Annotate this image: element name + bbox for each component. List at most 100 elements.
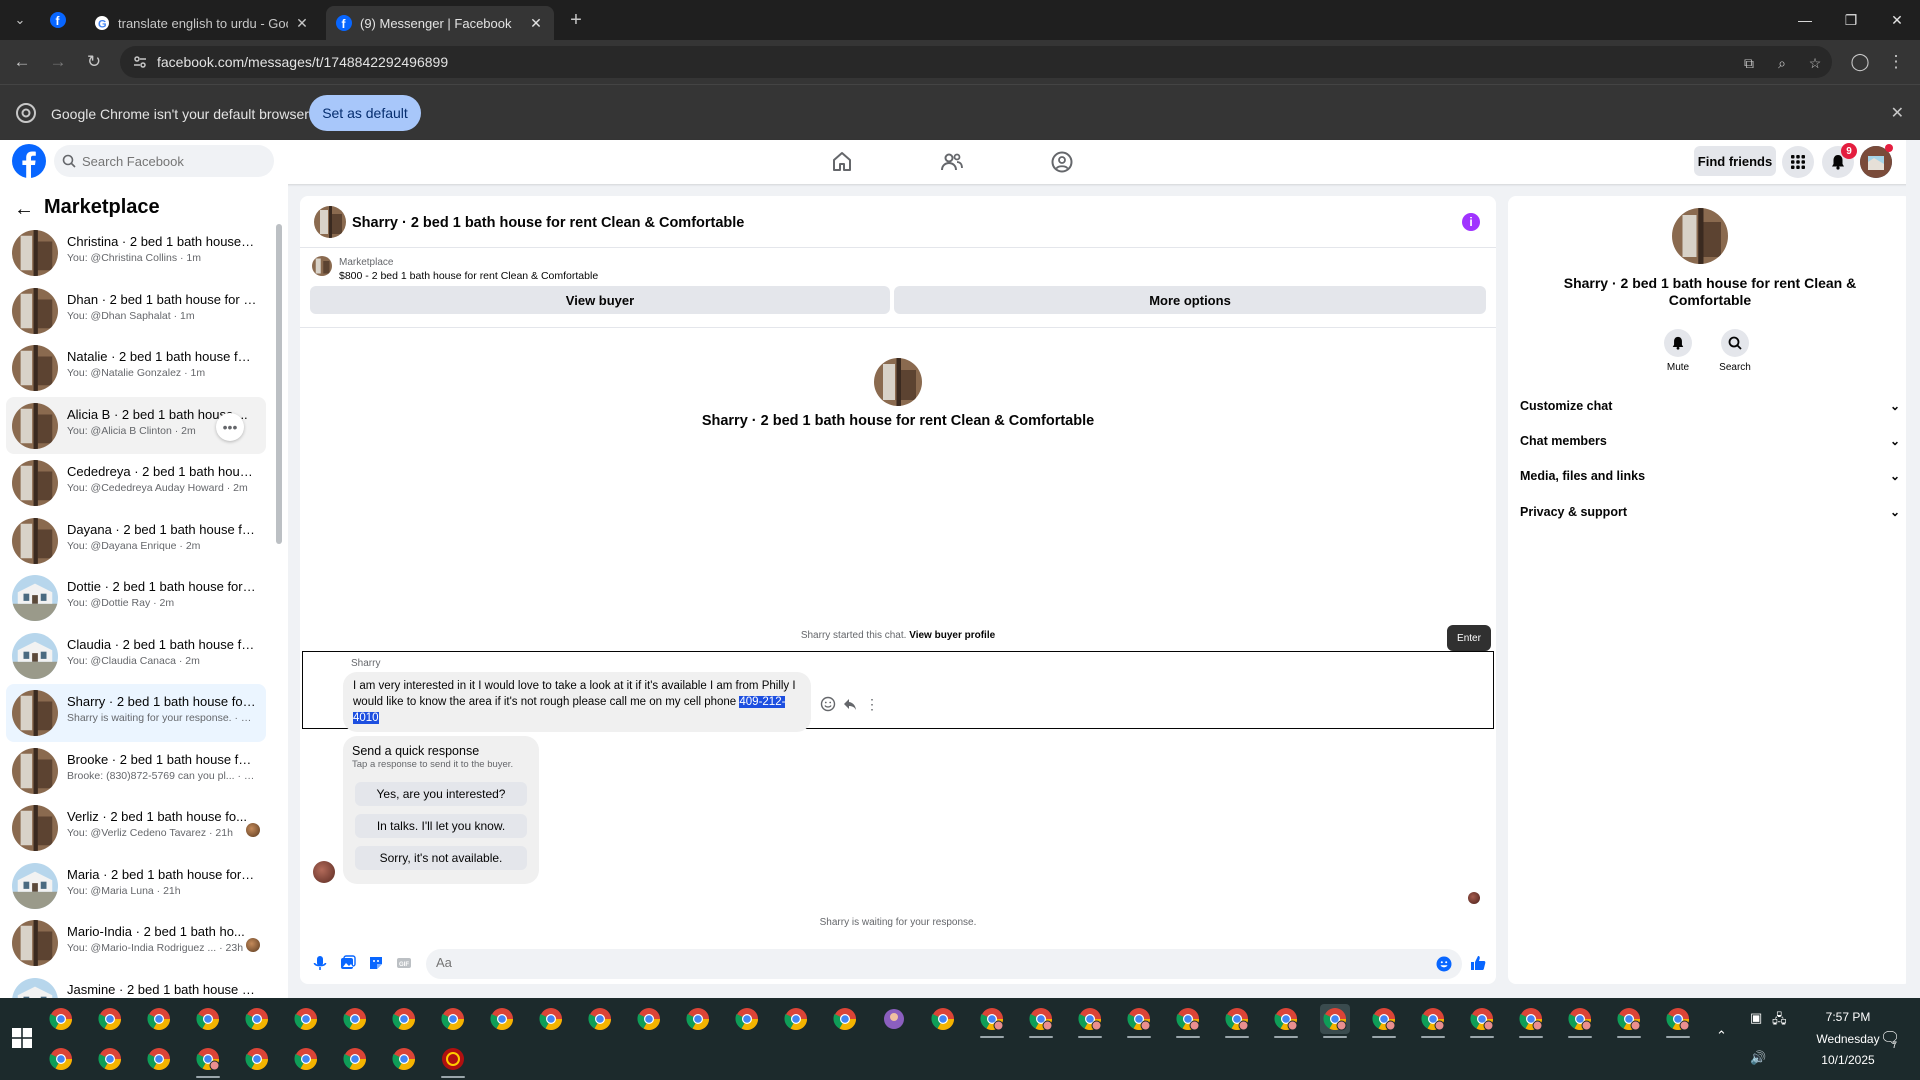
taskbar-app-button[interactable] [1271,1004,1301,1038]
taskbar-app-button[interactable] [1369,1004,1399,1038]
section-customize-chat[interactable]: Customize chat ⌄ [1520,392,1900,420]
taskbar-app-button[interactable] [389,1004,419,1034]
chat-avatar[interactable] [314,206,346,238]
taskbar-app-button[interactable] [536,1004,566,1034]
taskbar-app-button[interactable] [1614,1004,1644,1038]
show-hidden-icons-chevron[interactable]: ⌃ [1716,1028,1727,1044]
taskbar-app-button[interactable] [1467,1004,1497,1038]
facebook-pinned-tab-icon[interactable]: f [50,12,66,28]
facebook-search-box[interactable] [54,145,274,177]
gif-icon[interactable]: GIF [395,954,413,972]
taskbar-app-button[interactable] [95,1004,125,1034]
taskbar-app-button[interactable] [46,1044,76,1074]
bookmark-star-icon[interactable]: ☆ [1806,54,1824,72]
reply-icon[interactable] [842,696,858,712]
chrome-menu-icon[interactable]: ⋮ [1884,50,1908,74]
message-input-field[interactable] [426,949,1462,979]
restore-icon[interactable]: ❐ [1828,0,1874,40]
friends-icon[interactable] [940,150,964,174]
taskbar-app-button[interactable] [879,1004,909,1034]
taskbar-app-button[interactable] [144,1004,174,1034]
profile-icon[interactable]: ◯ [1848,50,1872,74]
conversation-item[interactable]: Maria · 2 bed 1 bath house for r... You: … [6,857,266,915]
set-as-default-button[interactable]: Set as default [309,95,421,131]
view-buyer-profile-link[interactable]: View buyer profile [909,630,995,641]
emoji-icon[interactable] [1436,956,1452,972]
taskbar-app-button[interactable] [1173,1004,1203,1038]
conversation-item[interactable]: Dayana · 2 bed 1 bath house for... You: @… [6,512,266,570]
windows-start-icon[interactable] [12,1028,32,1048]
sender-avatar[interactable] [313,861,335,883]
taskbar-app-button[interactable] [1663,1004,1693,1038]
back-arrow-icon[interactable]: ← [10,50,34,74]
section-privacy-support[interactable]: Privacy & support ⌄ [1520,498,1900,526]
conversation-item[interactable]: Verliz · 2 bed 1 bath house fo... You: @V… [6,799,266,857]
taskbar-app-button[interactable] [95,1044,125,1074]
section-chat-members[interactable]: Chat members ⌄ [1520,427,1900,455]
taskbar-app-button[interactable] [438,1004,468,1034]
tab-search-chevron-icon[interactable]: ⌄ [8,8,32,32]
conversation-item[interactable]: Jasmine · 2 bed 1 bath house fo... [6,972,266,998]
view-buyer-button[interactable]: View buyer [310,286,890,314]
notifications-button[interactable]: 9 [1822,143,1857,178]
conversation-item[interactable]: Christina · 2 bed 1 bath house f... You: … [6,224,266,282]
photo-icon[interactable] [339,954,357,972]
install-app-icon[interactable]: ⧉ [1740,54,1758,72]
taskbar-app-button[interactable] [291,1044,321,1074]
find-friends-button[interactable]: Find friends [1694,146,1776,176]
meet-now-icon[interactable]: ▣ [1750,1010,1762,1026]
quick-response-in-talks[interactable]: In talks. I'll let you know. [355,814,527,838]
mute-button[interactable]: Mute [1654,329,1702,373]
taskbar-app-button[interactable] [1565,1004,1595,1038]
clock-time[interactable]: 7:57 PM [1808,1010,1888,1024]
taskbar-app-button[interactable] [781,1004,811,1034]
tab-google-translate[interactable]: G translate english to urdu - Goo ✕ [84,6,320,40]
taskbar-app-button[interactable] [193,1044,223,1078]
conversation-item[interactable]: Dottie · 2 bed 1 bath house for r... You:… [6,569,266,627]
conversation-item[interactable]: Alicia B · 2 bed 1 bath house ... You: @A… [6,396,266,454]
forward-arrow-icon[interactable]: → [46,50,70,74]
taskbar-app-button[interactable] [1222,1004,1252,1038]
taskbar-app-button[interactable] [389,1044,419,1074]
volume-icon[interactable]: 🔊 [1750,1050,1766,1066]
message-bubble[interactable]: I am very interested in it I would love … [343,672,811,732]
taskbar-app-button[interactable] [242,1004,272,1034]
search-in-chat-button[interactable]: Search [1711,329,1759,373]
taskbar-app-button[interactable] [1516,1004,1546,1038]
quick-response-yes[interactable]: Yes, are you interested? [355,782,527,806]
more-actions-icon[interactable]: ⋮ [864,696,880,712]
taskbar-app-button[interactable] [683,1004,713,1034]
page-scrollbar[interactable] [1906,140,1920,998]
conversation-item[interactable]: Brooke · 2 bed 1 bath house for ... Brook… [6,742,266,800]
taskbar-app-button[interactable] [1418,1004,1448,1038]
taskbar-app-button[interactable] [634,1004,664,1034]
sidebar-scrollbar[interactable] [276,224,282,544]
quick-response-not-available[interactable]: Sorry, it's not available. [355,846,527,870]
taskbar-app-button[interactable] [1075,1004,1105,1038]
menu-grid-button[interactable] [1782,146,1814,178]
listing-price[interactable]: $800 - 2 bed 1 bath house for rent Clean… [339,270,598,282]
close-tab-icon[interactable]: ✕ [528,15,544,32]
account-avatar[interactable] [1860,144,1893,178]
taskbar-app-button[interactable] [487,1004,517,1034]
taskbar-app-button[interactable] [291,1004,321,1034]
taskbar-app-button[interactable] [46,1004,76,1034]
taskbar-app-button[interactable] [438,1044,468,1078]
address-bar[interactable]: facebook.com/messages/t/1748842292496899… [120,46,1832,78]
taskbar-app-button[interactable] [977,1004,1007,1038]
network-icon[interactable]: 🖧 [1772,1010,1787,1032]
clock-date[interactable]: 10/1/2025 [1808,1053,1888,1067]
notification-center-icon[interactable]: 🗨 [1880,1028,1900,1048]
conversation-item[interactable]: Dhan · 2 bed 1 bath house for r... You: @… [6,282,266,340]
facebook-logo-icon[interactable] [12,144,46,178]
conversation-item[interactable]: Mario-India · 2 bed 1 bath ho... You: @Ma… [6,914,266,972]
close-window-icon[interactable]: ✕ [1874,0,1920,40]
taskbar-app-button[interactable] [340,1004,370,1034]
new-tab-button[interactable]: + [564,9,588,33]
zoom-icon[interactable]: ⌕ [1773,54,1791,72]
back-arrow-icon[interactable]: ← [14,198,34,221]
groups-icon[interactable] [1050,150,1074,174]
conversation-item[interactable]: Natalie · 2 bed 1 bath house for ... You:… [6,339,266,397]
site-settings-icon[interactable] [132,54,148,70]
taskbar-app-button[interactable] [1124,1004,1154,1038]
